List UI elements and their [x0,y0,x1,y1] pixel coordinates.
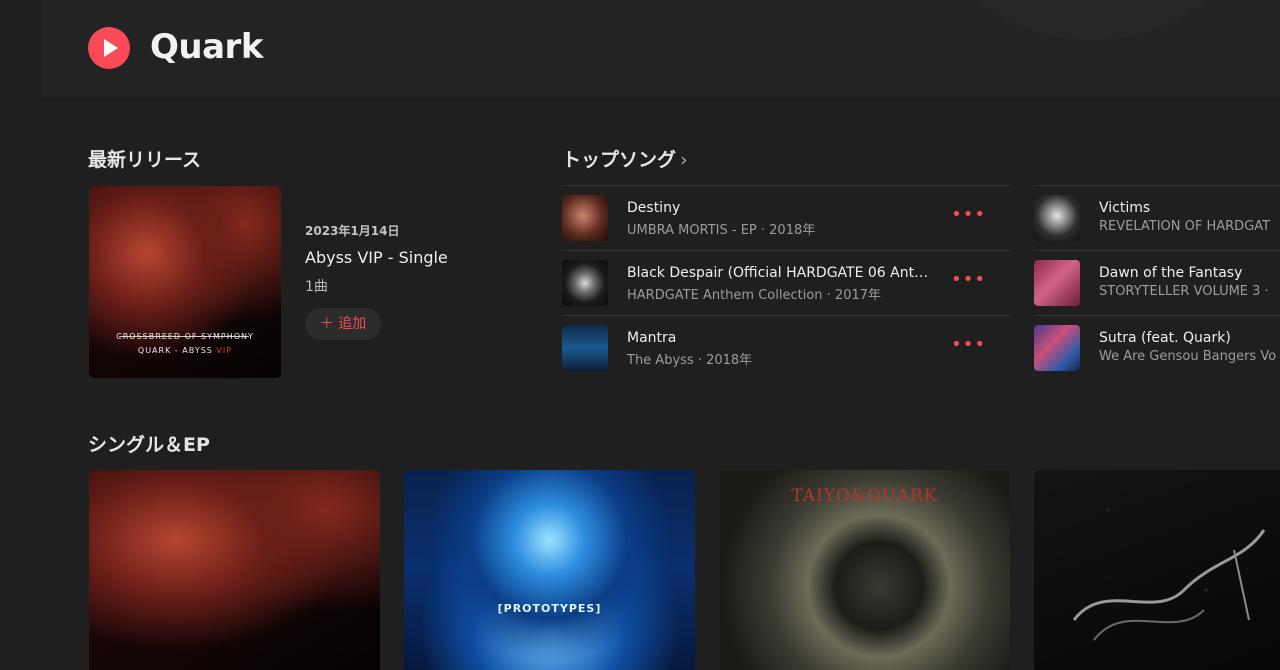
song-title: Sutra (feat. Quark) [1099,330,1231,346]
song-artwork [562,260,608,306]
song-subtitle: The Abyss · 2018年 [627,353,753,368]
release-title[interactable]: Abyss VIP - Single [305,248,448,267]
cover-text: [PROTOTYPES] [497,602,602,615]
chevron-right-icon: › [680,149,688,171]
song-subtitle: STORYTELLER VOLUME 3 · [1099,284,1269,299]
more-options-icon[interactable]: ••• [951,334,986,355]
top-songs-column-2: Victims REVELATION OF HARDGAT Dawn of th… [1034,185,1280,380]
song-row[interactable]: Victims REVELATION OF HARDGAT [1034,185,1280,250]
header-decoration [942,0,1242,40]
song-title: Destiny [627,200,681,216]
quark-logo-art [1072,529,1266,641]
song-row[interactable]: Dawn of the Fantasy STORYTELLER VOLUME 3… [1034,250,1280,315]
song-row[interactable]: Mantra The Abyss · 2018年 ••• [562,315,1010,380]
cover-text-line1: CROSSBREED OF SYMPHONY [116,332,254,341]
more-options-icon[interactable]: ••• [951,269,986,290]
single-cover[interactable]: TAIYO&QUARK [719,470,1010,670]
song-title: Mantra [627,330,677,346]
top-songs-title[interactable]: トップソング › [562,145,688,172]
song-artwork [1034,260,1080,306]
release-date: 2023年1月14日 [305,224,400,238]
top-songs-column-1: Destiny UMBRA MORTIS - EP · 2018年 ••• Bl… [562,185,1010,380]
song-artwork [1034,195,1080,241]
song-subtitle: HARDGATE Anthem Collection · 2017年 [627,288,882,303]
play-icon[interactable] [88,27,130,69]
singles-ep-title: シングル＆EP [88,434,210,456]
cover-text-line2: QUARK - ABYSS VIP [137,346,233,355]
song-row[interactable]: Destiny UMBRA MORTIS - EP · 2018年 ••• [562,185,1010,250]
song-subtitle: UMBRA MORTIS - EP · 2018年 [627,223,816,238]
latest-release-title: 最新リリース [88,149,202,171]
artist-name: Quark [150,27,263,67]
song-artwork [562,195,608,241]
song-row[interactable]: Black Despair (Official HARDGATE 06 Ant…… [562,250,1010,315]
cover-text: TAIYO&QUARK [791,486,938,506]
single-cover[interactable] [89,470,380,670]
song-row[interactable]: Sutra (feat. Quark) We Are Gensou Banger… [1034,315,1280,380]
single-cover[interactable] [1034,470,1280,670]
song-title: Dawn of the Fantasy [1099,265,1243,281]
song-title: Black Despair (Official HARDGATE 06 Ant… [627,265,929,281]
single-cover[interactable]: [PROTOTYPES] [404,470,695,670]
track-count: 1曲 [305,279,328,295]
song-subtitle: REVELATION OF HARDGAT [1099,219,1271,234]
song-subtitle: We Are Gensou Bangers Vo [1099,349,1277,364]
song-title: Victims [1099,200,1151,216]
more-options-icon[interactable]: ••• [951,204,986,225]
song-artwork [562,325,608,371]
latest-release-cover[interactable]: CROSSBREED OF SYMPHONY QUARK - ABYSS VIP [89,186,281,378]
add-button[interactable]: ＋ 追加 [305,308,381,340]
song-artwork [1034,325,1080,371]
